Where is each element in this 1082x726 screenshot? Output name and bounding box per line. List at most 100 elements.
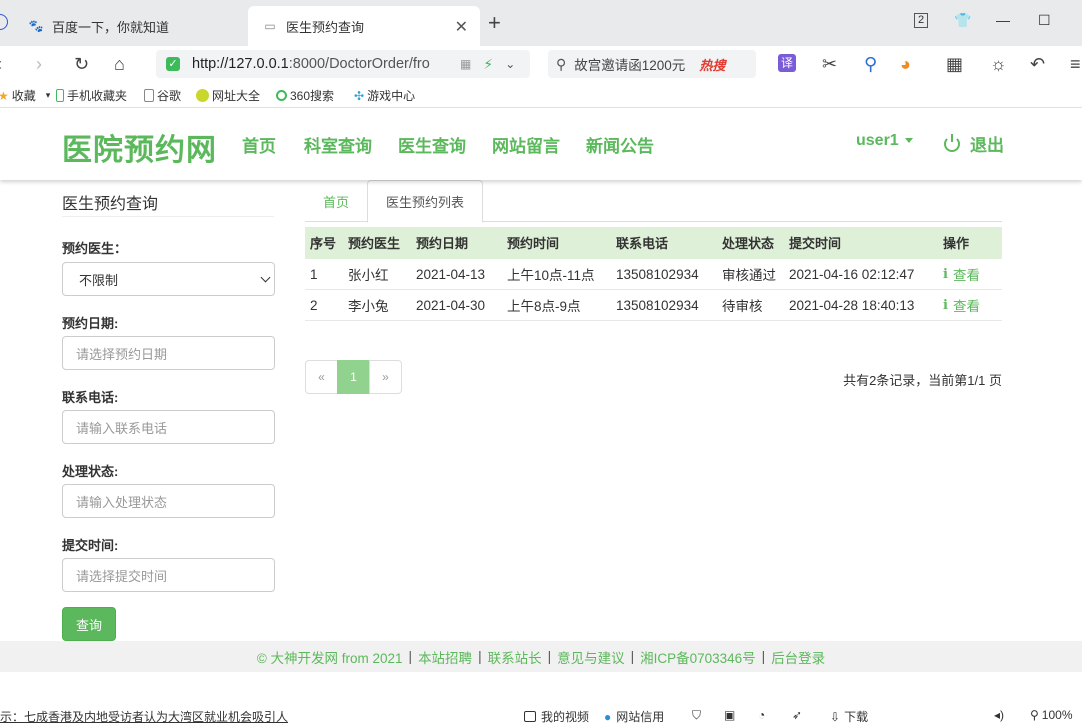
reload-icon[interactable]: ↻	[74, 52, 89, 76]
home-icon[interactable]: ⌂	[114, 52, 125, 76]
site-credit-button[interactable]: ● 网站信用	[604, 708, 664, 725]
footer-link-feedback[interactable]: 意见与建议	[557, 647, 625, 667]
shield-icon[interactable]: ⛉	[692, 708, 701, 723]
site-footer: © 大神开发网 from 2021 | 本站招聘 | 联系站长 | 意见与建议 …	[0, 641, 1082, 672]
view-link[interactable]: i 查看	[943, 259, 980, 289]
footer-separator: |	[630, 649, 635, 664]
puzzle-icon: ✣	[354, 88, 365, 103]
doctor-select[interactable]: 不限制	[62, 262, 275, 296]
status-news-text[interactable]: 示：七成香港及内地受访者认为大湾区就业机会吸引人	[0, 708, 288, 725]
qr-icon[interactable]: ▦	[460, 57, 471, 71]
tab-appointment-list[interactable]: 医生预约列表	[367, 180, 483, 223]
cell-index: 2	[310, 297, 318, 313]
menu-icon[interactable]: ≡	[1070, 52, 1081, 76]
directory-icon	[196, 89, 209, 102]
bookmark-directory[interactable]: 网址大全	[196, 87, 260, 104]
col-header: 处理状态	[722, 235, 775, 251]
cell-index: 1	[310, 266, 318, 282]
footer-link-admin-login[interactable]: 后台登录	[771, 647, 825, 667]
logout-link[interactable]: 退出	[944, 131, 1004, 156]
nav-guestbook[interactable]: 网站留言	[492, 132, 560, 157]
page-button-current[interactable]: 1	[337, 360, 370, 394]
table-header: 序号 预约医生 预约日期 预约时间 联系电话 处理状态 提交时间 操作	[305, 227, 1002, 259]
back-icon[interactable]: ‹	[0, 52, 2, 76]
status-label: 处理状态:	[62, 464, 119, 479]
download-button[interactable]: ⇩ 下载	[830, 708, 868, 725]
close-tab-icon[interactable]: ✕	[455, 17, 468, 37]
col-header: 预约医生	[348, 235, 401, 251]
caret-down-icon: ▾	[45, 90, 51, 100]
phone-label: 联系电话:	[62, 390, 119, 405]
tab-home[interactable]: 首页	[305, 180, 367, 222]
nav-news[interactable]: 新闻公告	[586, 132, 654, 157]
footer-separator: |	[547, 649, 552, 664]
zoom-icon: ⚲	[1030, 708, 1039, 722]
new-tab-icon[interactable]: +	[488, 12, 501, 34]
next-page-button[interactable]: »	[369, 360, 402, 394]
cell-date: 2021-04-30	[416, 297, 486, 313]
browser-search-box[interactable]: ⚲ 故宫邀请函1200元 热搜	[548, 50, 756, 78]
maximize-icon[interactable]: ☐	[1038, 12, 1051, 29]
nav-doctor-search[interactable]: 医生查询	[398, 132, 466, 157]
status-input[interactable]: 请输入处理状态	[62, 484, 275, 518]
footer-link-contact[interactable]: 联系站长	[488, 647, 542, 667]
appointment-date-input[interactable]: 请选择预约日期	[62, 336, 275, 370]
bookmark-games[interactable]: ✣ 游戏中心	[354, 87, 415, 104]
rocket-icon[interactable]: ➶	[792, 708, 802, 722]
user-menu[interactable]: user1	[856, 132, 913, 150]
caret-down-icon	[904, 138, 913, 144]
brightness-icon[interactable]: ☼	[990, 52, 1007, 76]
my-videos-button[interactable]: 我的视频	[524, 708, 589, 725]
query-button[interactable]: 查询	[62, 607, 116, 641]
zoom-level[interactable]: ⚲ 100%	[1030, 708, 1073, 722]
chevron-down-icon[interactable]: ⌄	[505, 57, 515, 71]
table-row: 2 李小兔 2021-04-30 上午8点-9点 13508102934 待审核…	[305, 290, 1002, 321]
site-brand[interactable]: 医院预约网	[62, 125, 217, 169]
footer-link-jobs[interactable]: 本站招聘	[418, 647, 472, 667]
nav-home[interactable]: 首页	[242, 132, 276, 157]
bookmark-google[interactable]: 谷歌	[144, 87, 181, 104]
bookmark-favorites[interactable]: ★ 收藏 ▾	[0, 87, 50, 104]
scissors-icon[interactable]: ✂	[822, 52, 837, 76]
view-link[interactable]: i 查看	[943, 290, 980, 320]
shirt-skin-icon[interactable]: 👕	[954, 12, 971, 29]
magnifier-icon[interactable]: ⚲	[864, 52, 877, 76]
speaker-icon[interactable]: ◂)	[994, 708, 1004, 722]
video-icon	[524, 711, 536, 722]
lightning-icon[interactable]: ⚡	[483, 56, 493, 73]
cell-doctor: 张小红	[348, 268, 389, 283]
cell-status: 审核通过	[722, 268, 776, 283]
timer-icon[interactable]: ◔	[758, 708, 765, 722]
prev-page-button[interactable]: «	[305, 360, 338, 394]
table-row: 1 张小红 2021-04-13 上午10点-11点 13508102934 审…	[305, 259, 1002, 290]
bookmark-360[interactable]: 360搜索	[276, 87, 334, 104]
undo-icon[interactable]: ↶	[1030, 52, 1045, 76]
translate-icon[interactable]: 译	[778, 54, 796, 72]
minimize-icon[interactable]: —	[996, 12, 1010, 28]
bookmark-mobile[interactable]: 手机收藏夹	[56, 87, 127, 104]
date-label: 预约日期:	[62, 316, 119, 331]
cell-date: 2021-04-13	[416, 266, 486, 282]
tab-count-badge[interactable]: 2	[914, 13, 929, 28]
submit-time-input[interactable]: 请选择提交时间	[62, 558, 275, 592]
forward-icon[interactable]: ›	[36, 52, 42, 76]
address-bar[interactable]: ✓ http://127.0.0.1:8000/DoctorOrder/fro …	[156, 50, 530, 78]
game-controller-icon[interactable]: ◕	[900, 52, 911, 76]
baidu-paw-icon: 🐾	[28, 19, 44, 33]
power-icon	[944, 133, 960, 152]
browser-tab-active[interactable]: ▭ 医生预约查询 ✕	[248, 6, 480, 46]
footer-copyright[interactable]: © 大神开发网 from 2021	[257, 647, 403, 667]
phone-input[interactable]: 请输入联系电话	[62, 410, 275, 444]
browser-tab-bar: 🐾 百度一下，你就知道 ▭ 医生预约查询 ✕ + 2 👕 — ☐	[0, 0, 1082, 46]
image-icon[interactable]: ▣	[724, 708, 735, 722]
tab-label: 医生预约查询	[286, 19, 365, 35]
file-icon	[144, 89, 154, 102]
submit-time-label: 提交时间:	[62, 538, 119, 553]
footer-icp[interactable]: 湘ICP备0703346号	[640, 647, 756, 667]
pagination: « 1 »	[305, 360, 402, 394]
hot-search-badge[interactable]: 热搜	[699, 55, 725, 74]
url-text[interactable]: http://127.0.0.1:8000/DoctorOrder/fro	[192, 56, 448, 72]
nav-department-search[interactable]: 科室查询	[304, 132, 372, 157]
browser-tab-baidu[interactable]: 🐾 百度一下，你就知道	[0, 6, 246, 46]
apps-grid-icon[interactable]: ▦	[946, 52, 963, 76]
